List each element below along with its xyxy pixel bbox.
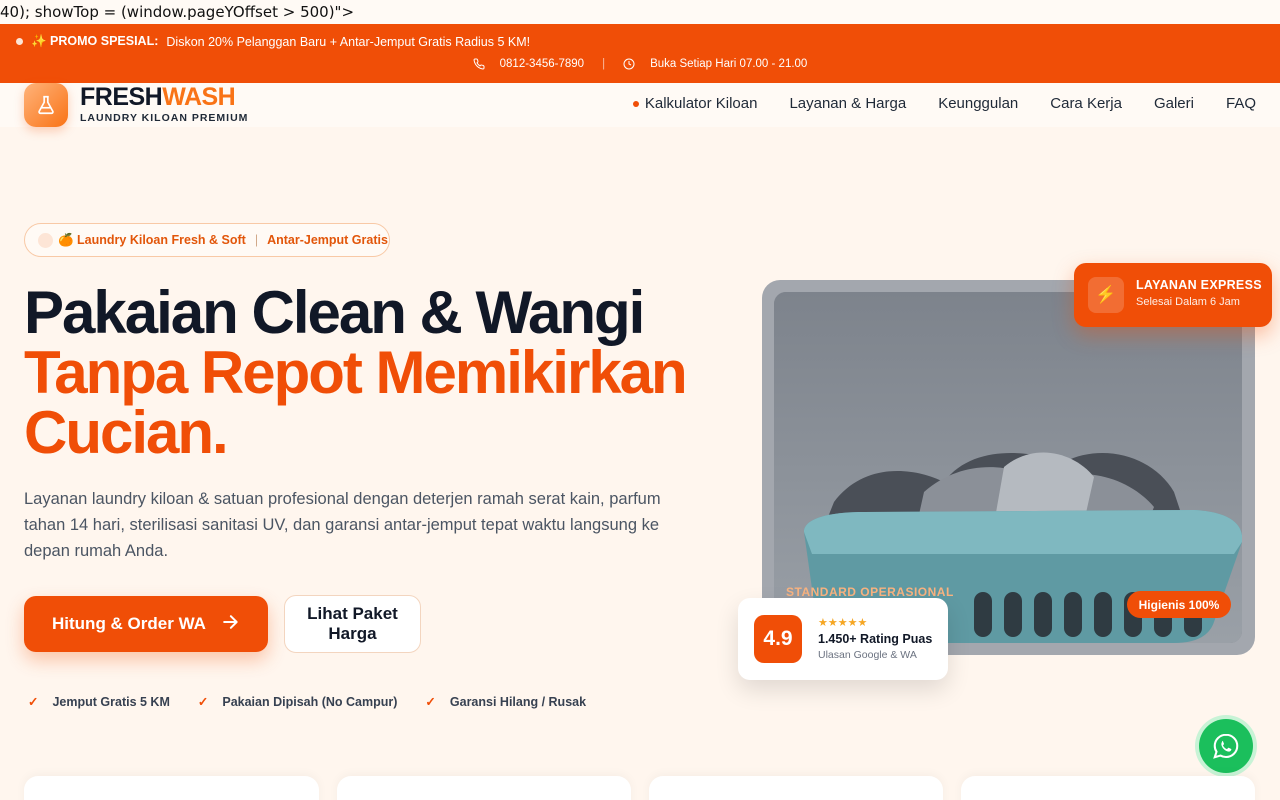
contact-separator: | [602, 58, 606, 70]
badge-separator: | [254, 233, 259, 247]
badge-dot [38, 232, 53, 248]
menu-item-galeri[interactable]: Galeri [1154, 95, 1194, 112]
promo-label: ✨ PROMO SPESIAL: [31, 34, 159, 48]
hero-badge: 🍊 Laundry Kiloan Fresh & Soft | Antar-Je… [24, 223, 390, 257]
check-item: ✓ Jemput Gratis 5 KM [28, 694, 170, 710]
badge-highlight: Antar-Jemput Gratis [267, 233, 388, 247]
rating-card: 4.9 ★★★★★ 1.450+ Rating Puas Ulasan Goog… [738, 598, 948, 680]
menu-item-kalkulator[interactable]: Kalkulator Kiloan [632, 95, 758, 112]
brand-tagline: LAUNDRY KILOAN PREMIUM [80, 112, 249, 124]
brand-name-part1: FRESH [80, 83, 163, 111]
feature-card [24, 776, 319, 800]
check-item: ✓ Garansi Hilang / Rusak [425, 694, 587, 710]
phone-number[interactable]: 0812-3456-7890 [500, 58, 584, 70]
badge-text: 🍊 Laundry Kiloan Fresh & Soft [58, 232, 246, 247]
order-wa-label: Hitung & Order WA [52, 614, 206, 633]
menu-label: Layanan & Harga [789, 95, 907, 112]
view-pricing-button[interactable]: Lihat Paket Harga [284, 595, 421, 653]
check-label: Pakaian Dipisah (No Campur) [222, 694, 398, 709]
headline-line3: Cucian. [24, 399, 229, 466]
menu-item-cara-kerja[interactable]: Cara Kerja [1050, 95, 1122, 112]
active-dot [632, 100, 639, 107]
check-label: Garansi Hilang / Rusak [449, 694, 587, 709]
hero-headline: Pakaian Clean & Wangi Tanpa Repot Memiki… [24, 279, 688, 466]
check-icon: ✓ [425, 695, 436, 709]
feature-card [337, 776, 631, 800]
contact-line: 0812-3456-7890 | Buka Setiap Hari 07.00 … [0, 58, 1280, 70]
promo-bar: ✨ PROMO SPESIAL: Diskon 20% Pelanggan Ba… [0, 24, 1280, 83]
navbar: FRESHWASH LAUNDRY KILOAN PREMIUM Kalkula… [0, 83, 1280, 127]
menu-label: Galeri [1153, 95, 1194, 112]
whatsapp-float-button[interactable] [1195, 715, 1257, 777]
phone-icon [473, 58, 485, 70]
express-service-card: ⚡ LAYANAN EXPRESS Selesai Dalam 6 Jam [1074, 263, 1272, 327]
order-wa-button[interactable]: Hitung & Order WA [24, 596, 268, 652]
clock-icon [623, 58, 635, 70]
whatsapp-icon [1199, 719, 1253, 773]
menu-label: Kalkulator Kiloan [644, 95, 758, 112]
lightning-icon: ⚡ [1088, 277, 1124, 313]
menu-label: Keunggulan [938, 95, 1019, 112]
hygiene-badge: Higienis 100% [1127, 591, 1231, 618]
menu-item-layanan[interactable]: Layanan & Harga [789, 95, 906, 112]
hero-checklist: ✓ Jemput Gratis 5 KM ✓ Pakaian Dipisah (No… [28, 694, 587, 710]
brand-name-part2: WASH [162, 83, 236, 111]
brand-logo[interactable]: FRESHWASH LAUNDRY KILOAN PREMIUM [80, 83, 248, 124]
rating-score: 4.9 [754, 615, 802, 663]
menu-item-faq[interactable]: FAQ [1226, 95, 1256, 112]
star-rating-icon: ★★★★★ [818, 617, 868, 629]
hero-lead: Layanan laundry kiloan & satuan profesio… [24, 490, 661, 560]
logo-icon[interactable] [24, 83, 68, 127]
rating-subtitle: Ulasan Google & WA [818, 649, 917, 661]
opening-hours: Buka Setiap Hari 07.00 - 21.00 [650, 58, 808, 70]
feature-card [961, 776, 1255, 800]
feature-card [649, 776, 943, 800]
headline-line2: Tanpa Repot Memikirkan [24, 339, 688, 406]
menu-item-keunggulan[interactable]: Keunggulan [938, 95, 1018, 112]
check-icon: ✓ [28, 695, 39, 709]
express-subtitle: Selesai Dalam 6 Jam [1136, 296, 1240, 308]
check-icon: ✓ [197, 695, 209, 709]
headline-line1: Pakaian Clean & Wangi [24, 279, 645, 346]
promo-line: ✨ PROMO SPESIAL: Diskon 20% Pelanggan Ba… [16, 34, 530, 49]
check-item: ✓ Pakaian Dipisah (No Campur) [197, 694, 398, 710]
photo-caption: STANDARD OPERASIONAL [786, 585, 954, 599]
arrow-right-icon [220, 612, 240, 637]
check-label: Jemput Gratis 5 KM [52, 694, 170, 709]
rating-title: 1.450+ Rating Puas [818, 632, 933, 646]
stray-code-text: 40); showTop = (window.pageYOffset > 500… [0, 0, 1280, 24]
promo-dot [16, 38, 23, 45]
menu-label: FAQ [1225, 95, 1256, 112]
menu-label: Cara Kerja [1050, 95, 1122, 112]
express-title: LAYANAN EXPRESS [1136, 278, 1262, 292]
promo-text: Diskon 20% Pelanggan Baru + Antar-Jemput… [166, 34, 531, 49]
main-menu: Kalkulator Kiloan Layanan & Harga Keungg… [632, 95, 1256, 112]
